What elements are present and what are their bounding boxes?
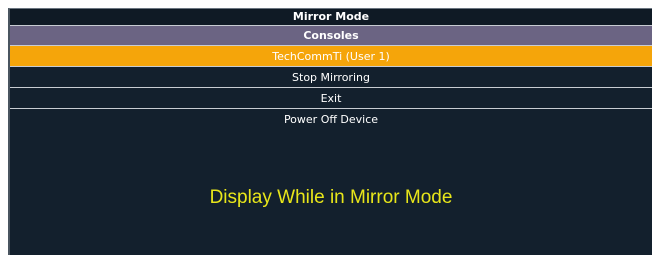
consoles-header: Consoles xyxy=(10,26,652,46)
menu-item-stop-mirroring[interactable]: Stop Mirroring xyxy=(10,67,652,88)
menu-item-exit[interactable]: Exit xyxy=(10,88,652,109)
window-title: Mirror Mode xyxy=(10,9,652,26)
mirror-mode-caption: Display While in Mirror Mode xyxy=(209,187,453,208)
menu-item-power-off[interactable]: Power Off Device xyxy=(10,109,652,130)
mirror-mode-screen: Mirror Mode Consoles TechCommTi (User 1)… xyxy=(8,8,652,255)
menu-item-console-user[interactable]: TechCommTi (User 1) xyxy=(10,46,652,67)
